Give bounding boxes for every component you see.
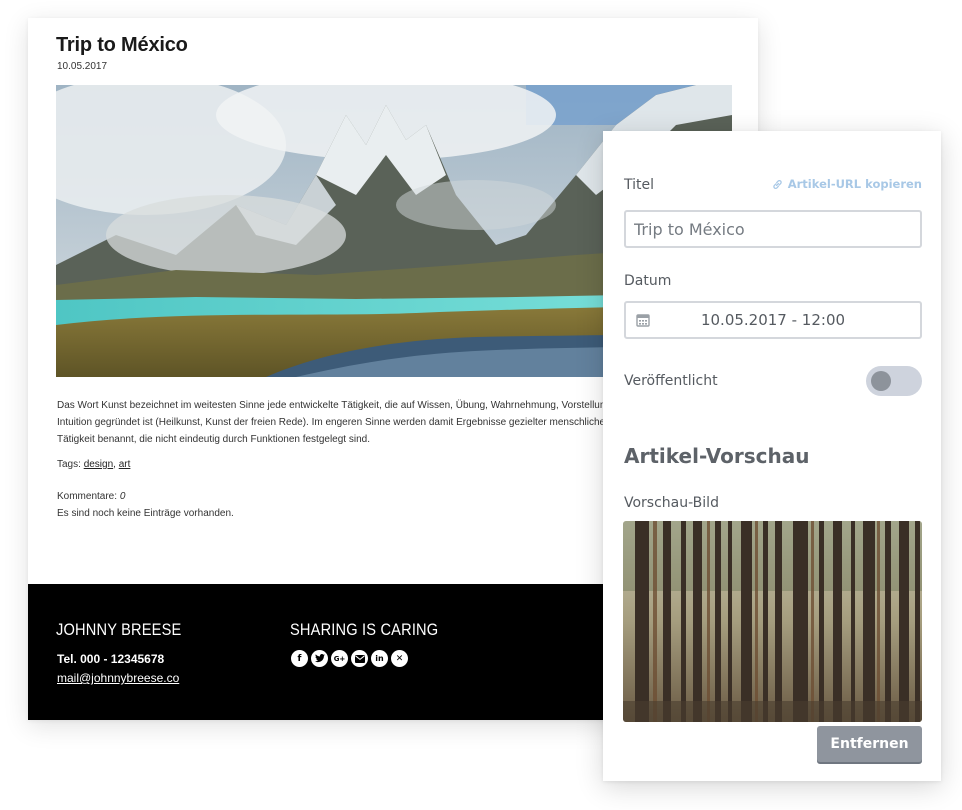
copy-article-url-link[interactable]: Artikel-URL kopieren [772,177,922,191]
preview-image[interactable] [623,521,922,722]
post-date: 10.05.2017 [57,61,108,72]
title-label: Titel [624,177,655,193]
preview-image-label: Vorschau-Bild [624,495,719,511]
title-field[interactable] [624,210,922,248]
link-icon [772,179,782,189]
google-plus-icon[interactable]: G+ [331,650,348,667]
facebook-icon[interactable]: f [291,650,308,667]
comments-label: Kommentare: [57,491,118,502]
footer-phone: Tel. 000 - 12345678 [57,652,165,666]
comments-count: 0 [119,491,126,502]
post-body: Das Wort Kunst bezeichnet im weitesten S… [57,400,631,445]
toggle-knob [871,371,891,391]
date-field[interactable]: 10.05.2017 - 12:00 [624,301,922,339]
remove-image-button[interactable]: Entfernen [817,726,922,762]
xing-icon[interactable]: ✕ [391,650,408,667]
published-toggle[interactable] [866,366,922,396]
twitter-icon[interactable] [311,650,328,667]
post-title: Trip to México [56,34,188,56]
share-title: SHARING IS CARING [290,620,439,639]
copy-url-label: Artikel-URL kopieren [787,177,922,191]
no-entries-text: Es sind noch keine Einträge vorhanden. [57,508,234,519]
tag-link-design[interactable]: design [84,459,113,470]
date-label: Datum [624,273,672,289]
comments-section: Kommentare: 0 Es sind noch keine Einträg… [57,488,234,522]
footer-name: JOHNNY BREESE [56,620,182,639]
tag-link-art[interactable]: art [119,459,131,470]
article-settings-panel: Titel Artikel-URL kopieren Datum 10.05.2… [603,131,941,781]
footer-email-link[interactable]: mail@johnnybreese.co [57,671,179,685]
post-tags: Tags: design, art [57,459,130,470]
email-icon[interactable] [351,650,368,667]
linkedin-icon[interactable]: in [371,650,388,667]
tags-label: Tags: [57,459,81,470]
tags-separator: , [113,459,116,470]
title-input[interactable] [626,212,920,246]
article-preview-heading: Artikel-Vorschau [624,444,810,468]
date-value: 10.05.2017 - 12:00 [700,311,846,329]
published-label: Veröffentlicht [624,373,718,389]
social-icons: f G+ in ✕ [291,650,408,667]
